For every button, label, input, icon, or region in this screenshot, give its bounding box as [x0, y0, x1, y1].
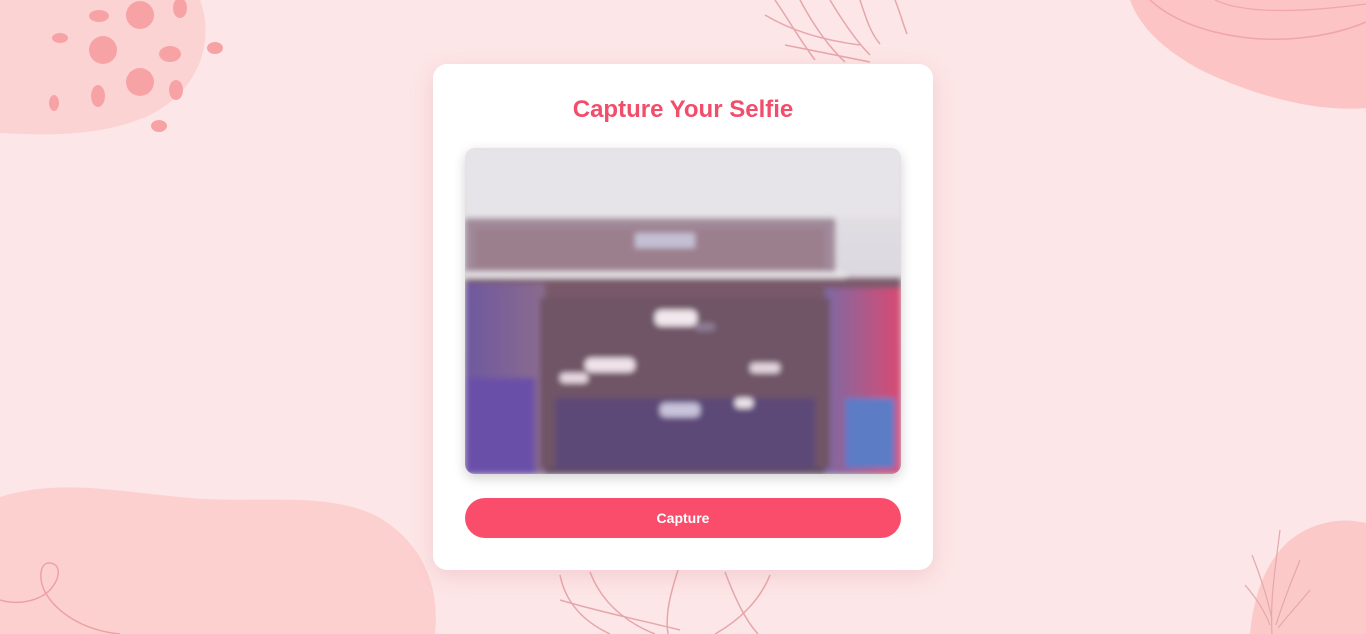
- page-title: Capture Your Selfie: [572, 96, 794, 123]
- selfie-card: Capture Your Selfie Capture: [433, 64, 933, 570]
- camera-preview: [465, 148, 901, 474]
- bottom-right-blob: [1250, 520, 1366, 634]
- top-leaf-decoration: [764, 0, 908, 63]
- top-right-blob: [1130, 0, 1366, 109]
- bottom-left-blob: [0, 487, 436, 634]
- capture-button[interactable]: Capture: [465, 498, 901, 538]
- bottom-leaf-decoration: [559, 569, 771, 634]
